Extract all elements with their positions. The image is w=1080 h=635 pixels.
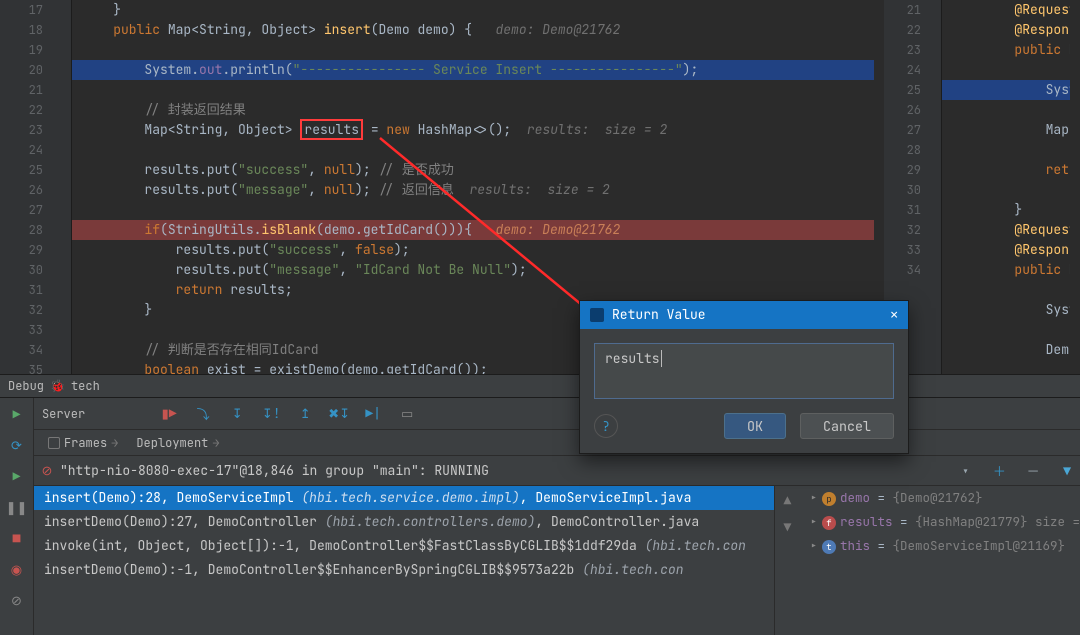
dialog-titlebar[interactable]: Return Value ✕: [580, 301, 908, 329]
evaluate-icon[interactable]: ▭: [399, 406, 415, 422]
thread-pickers: ▾ ＋ － ▼: [953, 461, 1080, 480]
drop-frame-icon[interactable]: ✖↧: [331, 406, 347, 422]
breakpoints-icon[interactable]: ◉: [11, 561, 22, 578]
resume-icon[interactable]: ▶: [13, 468, 21, 485]
rerun-icon[interactable]: ▶: [13, 406, 21, 423]
editor-split: 1718◆1920212223242526272829303132333435 …: [0, 0, 1080, 375]
ok-button[interactable]: OK: [724, 413, 786, 439]
server-tab[interactable]: Server: [42, 406, 85, 422]
frames-chip-icon: [48, 437, 60, 449]
step-toolbar: Server ▮▶ ⤵ ↧ ↧! ↥ ✖↧ ▶| ▭: [34, 398, 1080, 430]
expression-field[interactable]: results​: [594, 343, 894, 399]
dialog-app-icon: [590, 308, 604, 322]
variable-row[interactable]: ▸fresults = {HashMap@21779} size =: [800, 510, 1080, 534]
remove-watch-icon[interactable]: －: [1020, 461, 1046, 480]
run-to-cursor-icon[interactable]: ▶|: [365, 406, 381, 422]
code-right[interactable]: @RequestM @Response public Ma Syste Map<…: [942, 0, 1070, 374]
stack-frame[interactable]: invoke(int, Object, Object[]):-1, DemoCo…: [34, 534, 774, 558]
step-into-icon[interactable]: ↧: [229, 406, 245, 422]
thread-selector-row: ⊘ "http-nio-8080-exec-17"@18,846 in grou…: [34, 456, 1080, 486]
thread-dropdown-icon[interactable]: ▾: [953, 463, 979, 480]
refresh-icon[interactable]: ⟳: [11, 437, 22, 454]
run-config-name[interactable]: tech: [71, 378, 100, 394]
cancel-button[interactable]: Cancel: [800, 413, 894, 439]
frame-up-icon[interactable]: ▲: [784, 492, 792, 509]
stack-frame[interactable]: insertDemo(Demo):27, DemoController (hbi…: [34, 510, 774, 534]
force-step-into-icon[interactable]: ↧!: [263, 406, 279, 422]
mute-bp-icon[interactable]: ⊘: [11, 592, 22, 609]
filter-icon[interactable]: ▼: [1054, 463, 1080, 480]
show-exec-point-icon[interactable]: ▮▶: [161, 406, 177, 422]
editor-right[interactable]: 2122232425262728293031323334 @RequestM @…: [884, 0, 1080, 374]
variable-row[interactable]: ▸tthis = {DemoServiceImpl@21169}: [800, 534, 1080, 558]
stack-frame[interactable]: insertDemo(Demo):-1, DemoController$$Enh…: [34, 558, 774, 582]
new-watch-icon[interactable]: ＋: [986, 461, 1012, 480]
close-icon[interactable]: ✕: [890, 301, 898, 329]
gutter-left[interactable]: 1718◆1920212223242526272829303132333435: [0, 0, 72, 374]
variable-row[interactable]: ▸pdemo = {Demo@21762}: [800, 486, 1080, 510]
frames-tab[interactable]: Frames→: [40, 433, 126, 453]
thread-suspended-icon: ⊘: [34, 462, 60, 479]
debug-main: Server ▮▶ ⤵ ↧ ↧! ↥ ✖↧ ▶| ▭ Frames→ Deplo…: [34, 398, 1080, 635]
stack-frame[interactable]: insert(Demo):28, DemoServiceImpl (hbi.te…: [34, 486, 774, 510]
return-value-dialog: Return Value ✕ results​ ? OK Cancel: [579, 300, 909, 454]
frame-down-icon[interactable]: ▼: [784, 519, 792, 536]
debug-tab-label: Debug: [8, 378, 44, 394]
step-out-icon[interactable]: ↥: [297, 406, 313, 422]
debug-tabbar[interactable]: Debug 🐞 tech: [0, 375, 1080, 397]
bug-icon: 🐞: [50, 378, 65, 394]
pause-icon[interactable]: ❚❚: [6, 499, 28, 516]
step-over-icon[interactable]: ⤵: [195, 406, 211, 422]
dialog-title: Return Value: [612, 301, 706, 329]
help-icon[interactable]: ?: [594, 414, 618, 438]
debug-subtabs: Frames→ Deployment→: [34, 430, 1080, 456]
stop-icon[interactable]: ■: [13, 530, 21, 547]
debug-side-toolbar: ▶ ⟳ ▶ ❚❚ ■ ◉ ⊘: [0, 398, 34, 635]
thread-name[interactable]: "http-nio-8080-exec-17"@18,846 in group …: [60, 462, 953, 479]
debug-toolwindow: Debug 🐞 tech ▶ ⟳ ▶ ❚❚ ■ ◉ ⊘ Server ▮▶ ⤵ …: [0, 375, 1080, 635]
deployment-tab[interactable]: Deployment→: [128, 433, 227, 453]
